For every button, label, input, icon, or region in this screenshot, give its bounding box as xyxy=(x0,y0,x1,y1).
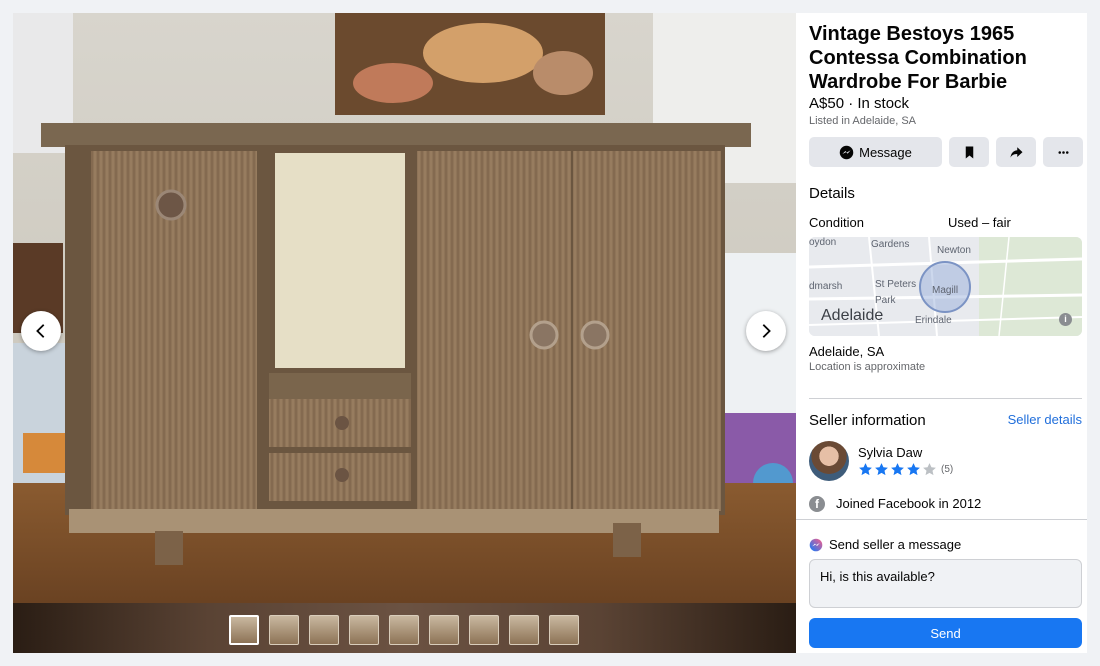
map-city-label: Adelaide xyxy=(821,307,884,324)
location-name: Adelaide, SA xyxy=(809,344,885,359)
map-place-label: Magill xyxy=(932,285,959,296)
message-seller-box: Send seller a message Hi, is this availa… xyxy=(796,519,1087,653)
star-icon xyxy=(875,463,888,476)
star-icon xyxy=(891,463,904,476)
thumbnail-strip xyxy=(13,603,796,653)
send-seller-message-row: Send seller a message xyxy=(809,537,961,552)
map-place-label: Erindale xyxy=(915,315,952,326)
seller-details-link[interactable]: Seller details xyxy=(1008,412,1082,427)
seller-rating: (5) xyxy=(858,462,953,477)
photo-thumbnail[interactable] xyxy=(469,615,499,645)
map-place-label: dmarsh xyxy=(809,281,843,292)
listing-location-line: Listed in Adelaide, SA xyxy=(809,115,917,127)
chevron-right-icon xyxy=(762,324,771,338)
seller-name[interactable]: Sylvia Daw xyxy=(858,445,922,460)
more-options-button[interactable] xyxy=(1043,137,1083,167)
bookmark-icon xyxy=(965,146,973,158)
condition-label: Condition xyxy=(809,215,864,230)
action-bar: Message xyxy=(809,137,1083,167)
location-map[interactable]: oydon Gardens Newton dmarsh St Peters Ma… xyxy=(809,237,1082,336)
previous-photo-button[interactable] xyxy=(21,311,61,351)
photo-viewer xyxy=(13,13,796,653)
photo-thumbnail[interactable] xyxy=(229,615,259,645)
send-seller-message-label: Send seller a message xyxy=(829,537,962,552)
next-photo-button[interactable] xyxy=(746,311,786,351)
message-input[interactable]: Hi, is this available? xyxy=(809,559,1082,608)
map-place-label: St Peters xyxy=(875,279,917,290)
chevron-left-icon xyxy=(36,324,45,338)
photo-thumbnail[interactable] xyxy=(269,615,299,645)
seller-avatar[interactable] xyxy=(809,441,849,481)
facebook-icon: f xyxy=(809,496,825,512)
condition-value: Used – fair xyxy=(948,215,1011,230)
joined-facebook-text: Joined Facebook in 2012 xyxy=(836,496,982,511)
photo-thumbnail[interactable] xyxy=(389,615,419,645)
photo-thumbnail[interactable] xyxy=(429,615,459,645)
more-icon xyxy=(1057,150,1069,154)
messenger-icon xyxy=(839,145,854,159)
share-icon xyxy=(1010,146,1022,158)
rating-count: (5) xyxy=(941,464,954,475)
photo-thumbnail[interactable] xyxy=(509,615,539,645)
location-note: Location is approximate xyxy=(809,361,926,373)
info-icon[interactable]: i xyxy=(1059,313,1072,326)
messenger-icon xyxy=(809,538,823,551)
star-icon xyxy=(923,463,936,476)
photo-thumbnail[interactable] xyxy=(349,615,379,645)
save-button[interactable] xyxy=(949,137,989,167)
share-button[interactable] xyxy=(996,137,1036,167)
map-place-label: Newton xyxy=(937,245,971,256)
listing-photo xyxy=(13,13,796,603)
listing-price-status: A$50 · In stock xyxy=(809,95,910,112)
section-divider xyxy=(809,398,1082,399)
photo-thumbnail[interactable] xyxy=(309,615,339,645)
star-icon xyxy=(907,463,920,476)
star-icon xyxy=(859,463,872,476)
photo-thumbnail[interactable] xyxy=(549,615,579,645)
map-place-label: Gardens xyxy=(871,239,910,250)
send-button[interactable]: Send xyxy=(809,618,1082,648)
listing-details-panel: Vintage Bestoys 1965 Contessa Combinatio… xyxy=(796,13,1087,653)
map-place-label: Park xyxy=(875,295,896,306)
thumbnail-list xyxy=(229,615,579,645)
seller-information-heading: Seller information xyxy=(809,412,926,429)
message-button-label: Message xyxy=(859,144,912,160)
listing-title: Vintage Bestoys 1965 Contessa Combinatio… xyxy=(809,23,1027,93)
details-heading: Details xyxy=(809,185,855,202)
message-button[interactable]: Message xyxy=(809,137,942,167)
map-place-label: oydon xyxy=(809,237,837,248)
